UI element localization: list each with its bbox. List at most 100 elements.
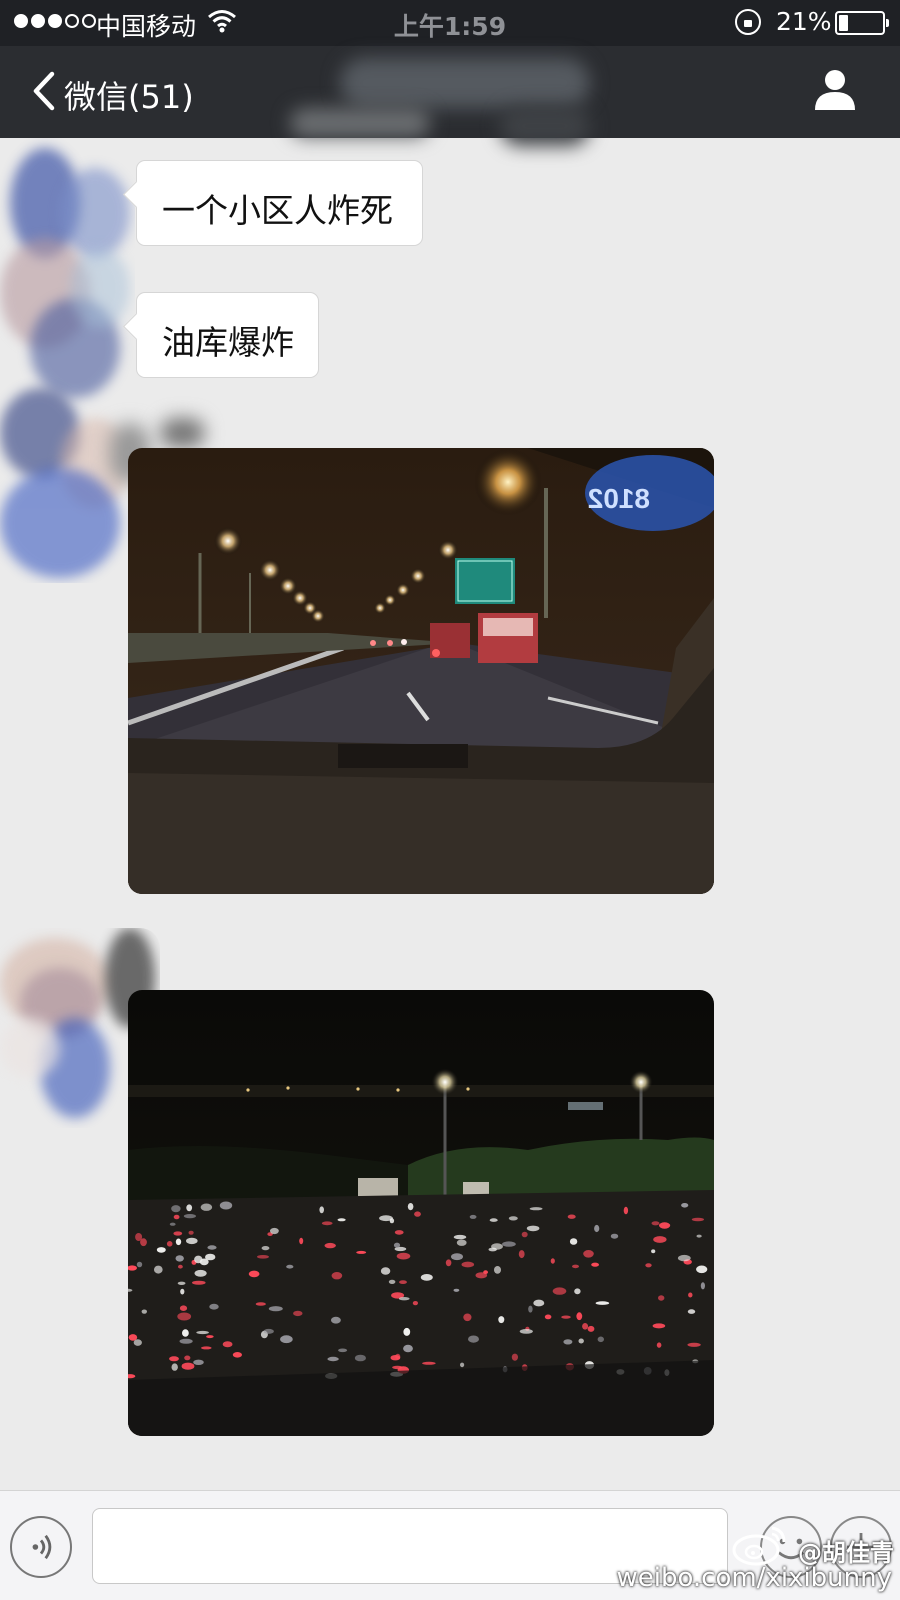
status-bar: 中国移动 上午1:59 21% [0,0,900,46]
car-light [623,1206,629,1215]
message-bubble[interactable]: 油库爆炸 [136,292,319,378]
navigation-bar: 微信(51) [0,46,900,146]
rotation-lock-icon [735,9,761,35]
car-light [257,1255,269,1259]
car-light [169,1356,179,1362]
car-light [687,1342,701,1347]
car-light [533,1299,545,1307]
car-light [171,1363,178,1371]
car-light [183,1214,196,1219]
car-light [293,1310,303,1317]
car-light [331,1272,343,1280]
image-message[interactable]: 8102 [128,448,714,894]
car-light [587,1325,595,1332]
message-text: 油库爆炸 [162,323,294,362]
car-light [156,1247,166,1253]
car-light [696,1265,708,1274]
car-light [651,1221,660,1226]
car-light [396,1252,411,1260]
car-light [561,1315,571,1319]
car-light [521,1231,528,1238]
car-light [420,1274,433,1281]
voice-icon[interactable] [10,1516,72,1578]
car-light [319,1206,324,1214]
car-light [407,1203,414,1211]
car-light [572,1264,579,1269]
car-light [583,1250,594,1258]
car-light [502,1241,516,1247]
redaction-scribble [290,108,430,138]
back-button[interactable]: 微信(51) [64,72,194,118]
car-light [489,1218,498,1222]
redaction-scribble [340,58,590,108]
chat-area[interactable]: 一个小区人炸死 油库爆炸 8102 [0,138,900,1490]
car-light [393,1242,401,1248]
car-light [494,1266,501,1274]
image-message[interactable] [128,990,714,1436]
car-light [173,1231,183,1236]
car-light [321,1221,333,1226]
car-light [255,1302,266,1306]
car-light [179,1338,193,1344]
car-light [453,1234,467,1240]
car-light [468,1335,479,1343]
car-light [578,1338,584,1344]
car-light [261,1246,270,1251]
car-light [511,1353,518,1361]
message-bubble[interactable]: 一个小区人炸死 [136,160,423,246]
car-light [563,1339,573,1345]
car-light [597,1336,604,1343]
car-light [337,1218,346,1222]
avatar[interactable] [0,138,135,583]
car-light [338,1348,348,1353]
car-light [422,1361,436,1365]
car-light [141,1309,147,1314]
car-light [182,1329,189,1337]
car-light [331,1316,341,1324]
car-light [399,1280,407,1284]
car-light [392,1365,403,1370]
car-light [658,1295,665,1301]
car-light [518,1250,525,1259]
car-light [280,1335,293,1344]
car-light [133,1339,142,1346]
car-light [268,1306,283,1312]
car-light [395,1353,401,1360]
car-light [270,1227,279,1235]
car-light [140,1238,147,1247]
car-light [232,1352,242,1358]
car-light [207,1245,217,1250]
car-light [205,1253,216,1261]
car-light [179,1305,188,1311]
car-light [687,1309,696,1314]
car-light [286,1264,294,1269]
car-light [403,1327,411,1336]
person-icon[interactable] [812,66,858,112]
car-light [166,1241,173,1247]
car-light [222,1341,233,1348]
car-light [651,1249,656,1254]
car-light [574,1288,581,1295]
car-light [691,1217,705,1222]
car-light [169,1222,176,1226]
car-light [136,1261,143,1268]
photo-traffic-night [128,990,714,1436]
car-light [248,1270,260,1278]
car-light [200,1203,213,1211]
battery-icon [835,11,889,35]
car-light [491,1243,503,1250]
car-light [483,1270,488,1275]
car-light [519,1329,533,1334]
car-light [498,1316,505,1324]
battery-percentage: 21% [776,7,832,36]
car-light [154,1265,163,1274]
car-light [177,1312,192,1321]
car-light [394,1230,404,1235]
car-light [576,1312,583,1321]
car-light [656,1342,662,1348]
car-light [582,1323,589,1330]
car-light [354,1354,366,1362]
car-light [700,1282,706,1290]
car-light [453,1288,460,1292]
car-light [653,1236,667,1243]
